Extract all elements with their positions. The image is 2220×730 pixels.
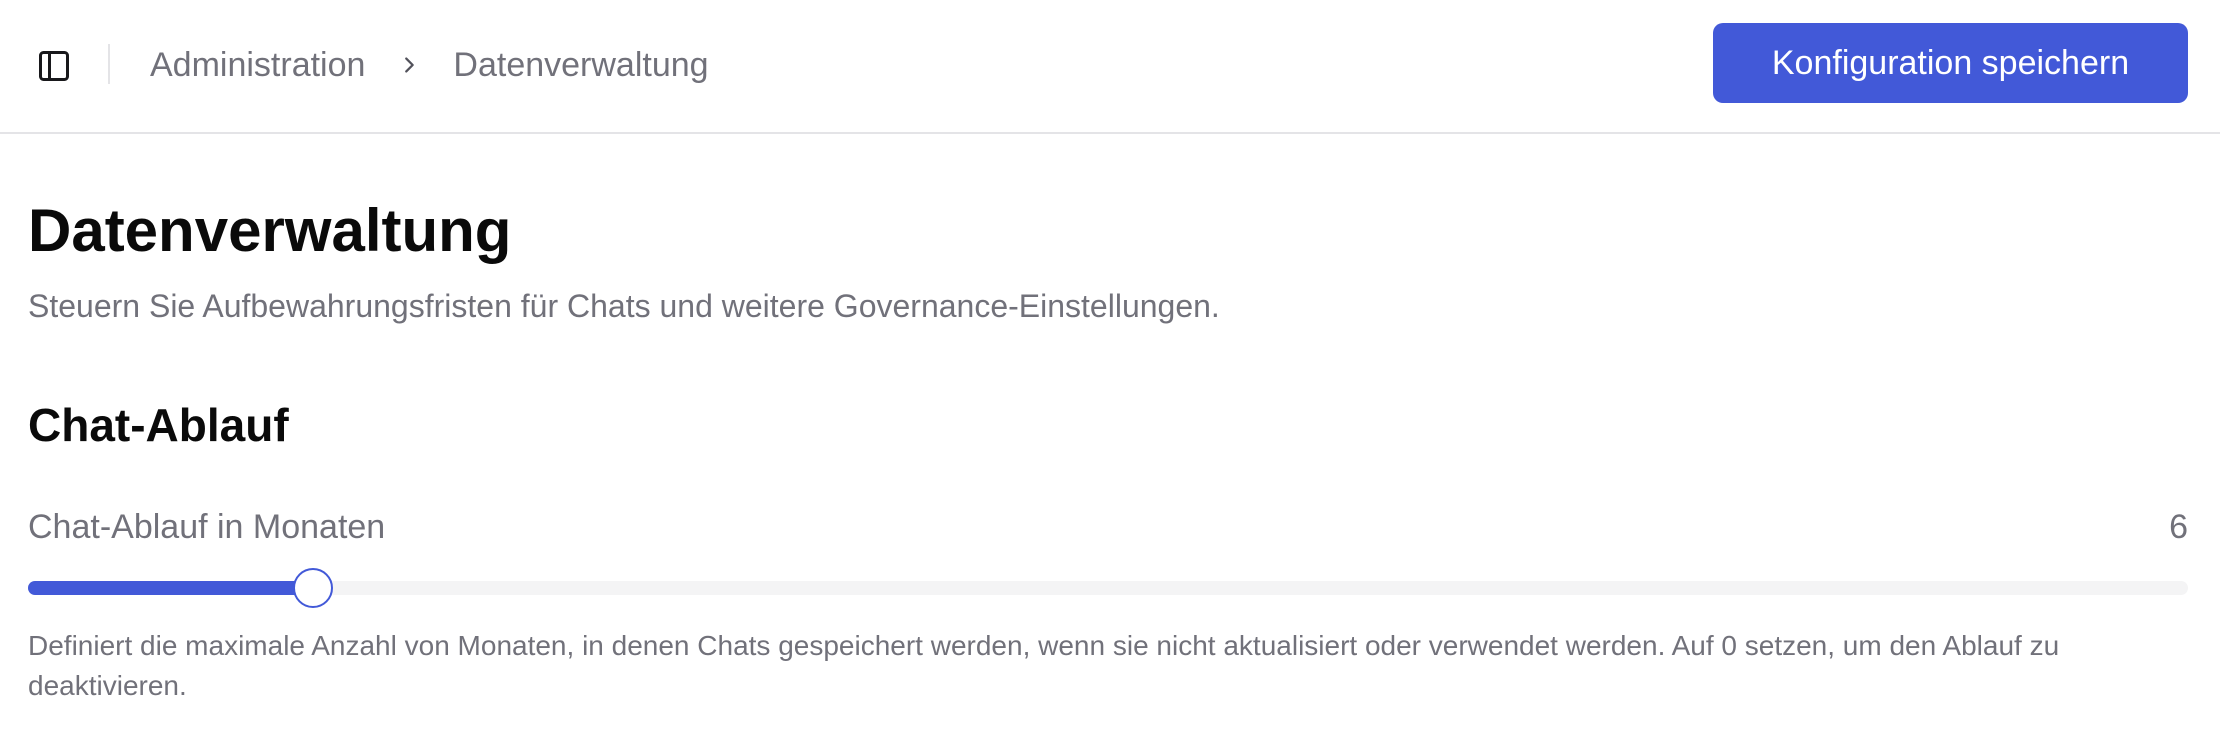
top-bar: Administration Datenverwaltung Konfigura… [0, 0, 2220, 134]
chat-expiry-help-text: Definiert die maximale Anzahl von Monate… [28, 630, 2060, 701]
header-divider [108, 44, 110, 84]
save-configuration-button[interactable]: Konfiguration speichern [1713, 23, 2188, 103]
slider-track[interactable] [28, 581, 2188, 595]
breadcrumb: Administration Datenverwaltung [150, 40, 709, 90]
breadcrumb-item-administration[interactable]: Administration [150, 46, 365, 85]
sidebar-panel-icon [39, 51, 69, 81]
slider-fill [28, 581, 314, 595]
sidebar-toggle-button[interactable] [30, 42, 78, 90]
page-subtitle: Steuern Sie Aufbewahrungsfristen für Cha… [28, 288, 1220, 324]
page-title: Datenverwaltung [28, 197, 512, 264]
breadcrumb-item-current[interactable]: Datenverwaltung [453, 46, 708, 85]
chat-expiry-value: 6 [2169, 508, 2188, 546]
slider-thumb[interactable] [293, 568, 334, 608]
chevron-right-icon [365, 54, 453, 76]
chat-expiry-label: Chat-Ablauf in Monaten [28, 508, 386, 546]
section-title-chat-expiry: Chat-Ablauf [28, 399, 289, 451]
chat-expiry-slider[interactable] [28, 568, 2188, 608]
